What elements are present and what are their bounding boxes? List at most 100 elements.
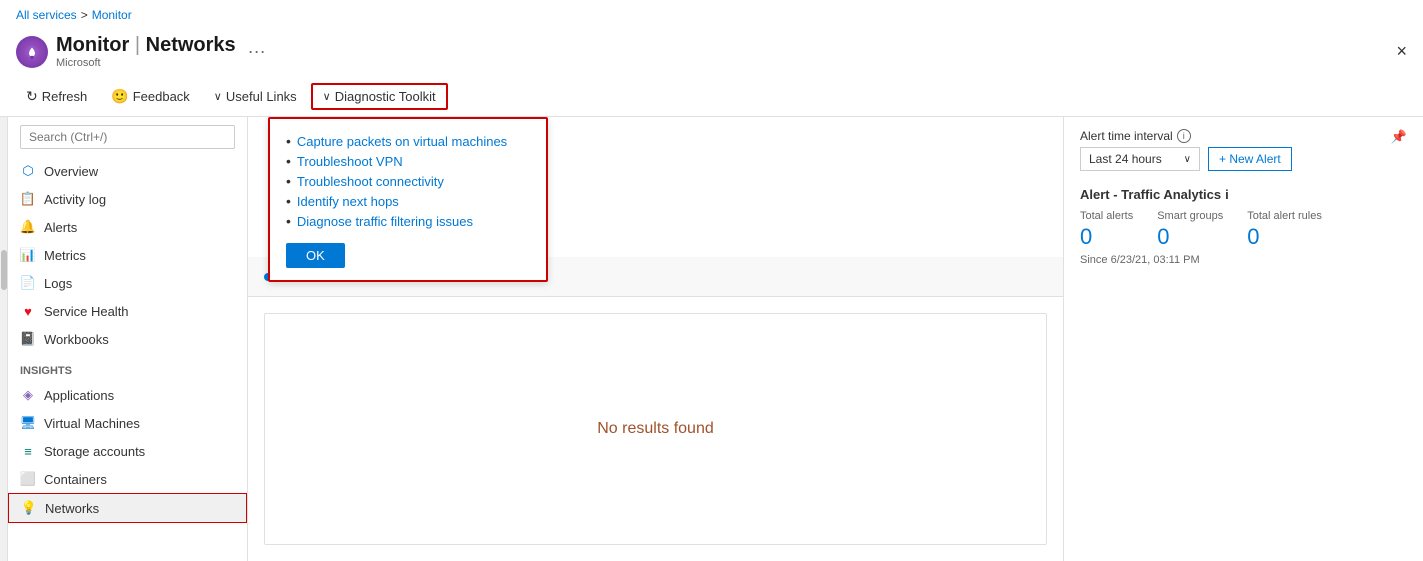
sidebar-item-workbooks[interactable]: 📓 Workbooks	[8, 325, 247, 353]
page-title: Monitor | Networks	[56, 34, 236, 57]
traffic-analytics-title: Alert - Traffic Analytics i	[1080, 187, 1407, 202]
pin-icon[interactable]: 📌	[1391, 129, 1407, 145]
total-alerts-value: 0	[1080, 224, 1133, 250]
chevron-down-icon: ∨	[214, 90, 222, 103]
interval-select-row: Last 24 hours ∨ + New Alert	[1080, 147, 1407, 171]
sidebar-item-alerts[interactable]: 🔔 Alerts	[8, 213, 247, 241]
sidebar-item-label: Activity log	[44, 192, 106, 207]
content-body: No results found	[248, 297, 1063, 561]
workbooks-icon: 📓	[20, 331, 36, 347]
capture-packets-link[interactable]: Capture packets on virtual machines	[297, 134, 507, 149]
monitor-icon	[16, 36, 48, 68]
total-alert-rules-label: Total alert rules	[1247, 210, 1322, 222]
sidebar-item-storage-accounts[interactable]: ≡ Storage accounts	[8, 437, 247, 465]
sidebar-item-overview[interactable]: ⬡ Overview	[8, 157, 247, 185]
no-results-area: No results found	[264, 313, 1047, 545]
sidebar-item-metrics[interactable]: 📊 Metrics	[8, 241, 247, 269]
dropdown-list: Capture packets on virtual machines Trou…	[286, 131, 530, 231]
diagnostic-toolkit-button[interactable]: ∨ Diagnostic Toolkit	[311, 83, 448, 110]
sidebar-item-label: Overview	[44, 164, 98, 179]
list-item: Identify next hops	[286, 191, 530, 211]
breadcrumb-monitor[interactable]: Monitor	[92, 8, 132, 22]
chevron-down-icon: ∨	[1184, 154, 1191, 165]
applications-icon: ◈	[20, 387, 36, 403]
vm-icon: 🖥	[20, 415, 36, 431]
alerts-icon: 🔔	[20, 219, 36, 235]
chevron-down-icon-diagnostic: ∨	[323, 90, 331, 103]
sidebar-item-label: Virtual Machines	[44, 416, 140, 431]
sidebar-wrapper: ⬡ Overview 📋 Activity log 🔔 Alerts 📊 Met…	[0, 117, 248, 561]
identify-next-hops-link[interactable]: Identify next hops	[297, 194, 399, 209]
sidebar-item-label: Applications	[44, 388, 114, 403]
list-item: Diagnose traffic filtering issues	[286, 211, 530, 231]
troubleshoot-connectivity-link[interactable]: Troubleshoot connectivity	[297, 174, 444, 189]
list-item: Capture packets on virtual machines	[286, 131, 530, 151]
info-icon-traffic[interactable]: i	[1225, 187, 1229, 202]
toolbar: ↻ Refresh 🙂 Feedback ∨ Useful Links ∨ Di…	[0, 77, 1423, 117]
diagnose-traffic-link[interactable]: Diagnose traffic filtering issues	[297, 214, 473, 229]
page-subtitle: Microsoft	[56, 57, 236, 69]
since-text: Since 6/23/21, 03:11 PM	[1080, 254, 1407, 266]
sidebar-item-logs[interactable]: 📄 Logs	[8, 269, 247, 297]
smart-groups-label: Smart groups	[1157, 210, 1223, 222]
sidebar-scrollbar[interactable]	[0, 117, 8, 561]
sidebar-search-container	[8, 117, 247, 157]
sidebar-item-label: Service Health	[44, 304, 129, 319]
sidebar-item-label: Containers	[44, 472, 107, 487]
sidebar-item-label: Networks	[45, 501, 99, 516]
breadcrumb-all-services[interactable]: All services	[16, 8, 77, 22]
sidebar-item-virtual-machines[interactable]: 🖥 Virtual Machines	[8, 409, 247, 437]
list-item: Troubleshoot VPN	[286, 151, 530, 171]
storage-icon: ≡	[20, 443, 36, 459]
sidebar-item-containers[interactable]: ⬜ Containers	[8, 465, 247, 493]
smart-groups-value: 0	[1157, 224, 1223, 250]
sidebar-item-label: Alerts	[44, 220, 77, 235]
traffic-analytics-section: Alert - Traffic Analytics i Total alerts…	[1080, 187, 1407, 266]
sidebar-item-activity-log[interactable]: 📋 Activity log	[8, 185, 247, 213]
sidebar: ⬡ Overview 📋 Activity log 🔔 Alerts 📊 Met…	[8, 117, 248, 561]
close-button[interactable]: ×	[1396, 41, 1407, 62]
refresh-button[interactable]: ↻ Refresh	[16, 84, 97, 109]
total-alerts-label: Total alerts	[1080, 210, 1133, 222]
no-results-text: No results found	[597, 420, 714, 438]
sidebar-item-label: Workbooks	[44, 332, 109, 347]
list-item: Troubleshoot connectivity	[286, 171, 530, 191]
header-ellipsis-button[interactable]: ···	[248, 41, 266, 62]
sidebar-item-service-health[interactable]: ♥ Service Health	[8, 297, 247, 325]
sidebar-item-applications[interactable]: ◈ Applications	[8, 381, 247, 409]
troubleshoot-vpn-link[interactable]: Troubleshoot VPN	[297, 154, 403, 169]
useful-links-button[interactable]: ∨ Useful Links	[204, 85, 307, 108]
activity-log-icon: 📋	[20, 191, 36, 207]
sidebar-nav: ⬡ Overview 📋 Activity log 🔔 Alerts 📊 Met…	[8, 157, 247, 561]
feedback-icon: 🙂	[111, 88, 128, 105]
interval-select[interactable]: Last 24 hours ∨	[1080, 147, 1200, 171]
feedback-button[interactable]: 🙂 Feedback	[101, 84, 200, 109]
header-title-block: Monitor | Networks Microsoft	[56, 34, 236, 69]
page-header: Monitor | Networks Microsoft ··· ×	[0, 30, 1423, 77]
right-panel: 📌 Alert time interval i Last 24 hours ∨ …	[1063, 117, 1423, 561]
logs-icon: 📄	[20, 275, 36, 291]
insights-section-label: Insights	[8, 353, 247, 381]
overview-icon: ⬡	[20, 163, 36, 179]
main-layout: ⬡ Overview 📋 Activity log 🔔 Alerts 📊 Met…	[0, 117, 1423, 561]
breadcrumb-separator: >	[81, 8, 88, 22]
containers-icon: ⬜	[20, 471, 36, 487]
content-area: Capture packets on virtual machines Trou…	[248, 117, 1423, 561]
ok-button[interactable]: OK	[286, 243, 345, 268]
sidebar-item-label: Metrics	[44, 248, 86, 263]
sidebar-item-networks[interactable]: 💡 Networks	[8, 493, 247, 523]
scrollbar-thumb	[1, 250, 7, 290]
search-input[interactable]	[20, 125, 235, 149]
total-alert-rules-value: 0	[1247, 224, 1322, 250]
total-alert-rules-stat: Total alert rules 0	[1247, 210, 1322, 250]
total-alerts-stat: Total alerts 0	[1080, 210, 1133, 250]
breadcrumb: All services > Monitor	[0, 0, 1423, 30]
content-main: Capture packets on virtual machines Trou…	[248, 117, 1063, 561]
stats-row: Total alerts 0 Smart groups 0 Total aler…	[1080, 210, 1407, 250]
new-alert-button[interactable]: + New Alert	[1208, 147, 1292, 171]
sidebar-item-label: Storage accounts	[44, 444, 145, 459]
refresh-icon: ↻	[26, 88, 38, 105]
networks-icon: 💡	[21, 500, 37, 516]
info-icon[interactable]: i	[1177, 129, 1191, 143]
smart-groups-stat: Smart groups 0	[1157, 210, 1223, 250]
